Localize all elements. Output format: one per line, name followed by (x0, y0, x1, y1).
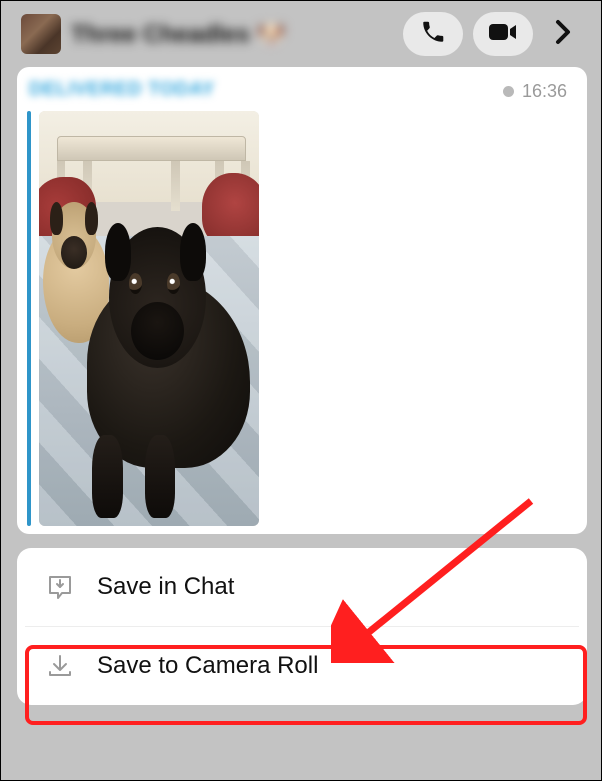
timestamp-text: 16:36 (522, 81, 567, 102)
contact-avatar[interactable] (21, 14, 61, 54)
sender-name: DELIVERED TODAY (29, 79, 215, 101)
message-accent-rail (27, 111, 31, 526)
save-to-camera-roll-option[interactable]: Save to Camera Roll (17, 627, 587, 705)
contact-name[interactable]: Three Cheadles 🐶 (71, 20, 393, 49)
save-in-chat-option[interactable]: Save in Chat (17, 548, 587, 626)
message-image[interactable] (39, 111, 259, 526)
save-in-chat-label: Save in Chat (97, 573, 234, 601)
context-menu: Save in Chat Save to Camera Roll (17, 548, 587, 705)
chat-settings-button[interactable] (543, 12, 583, 56)
call-button[interactable] (403, 12, 463, 56)
chevron-right-icon (555, 19, 571, 50)
chat-message-card: DELIVERED TODAY 16:36 (17, 67, 587, 534)
video-call-button[interactable] (473, 12, 533, 56)
chat-header: Three Cheadles 🐶 (17, 5, 587, 63)
chat-download-icon (45, 572, 75, 602)
status-dot-icon (503, 86, 514, 97)
save-to-camera-roll-label: Save to Camera Roll (97, 652, 318, 680)
phone-icon (420, 19, 446, 50)
download-tray-icon (45, 651, 75, 681)
message-timestamp: 16:36 (503, 81, 567, 102)
video-icon (489, 22, 517, 47)
